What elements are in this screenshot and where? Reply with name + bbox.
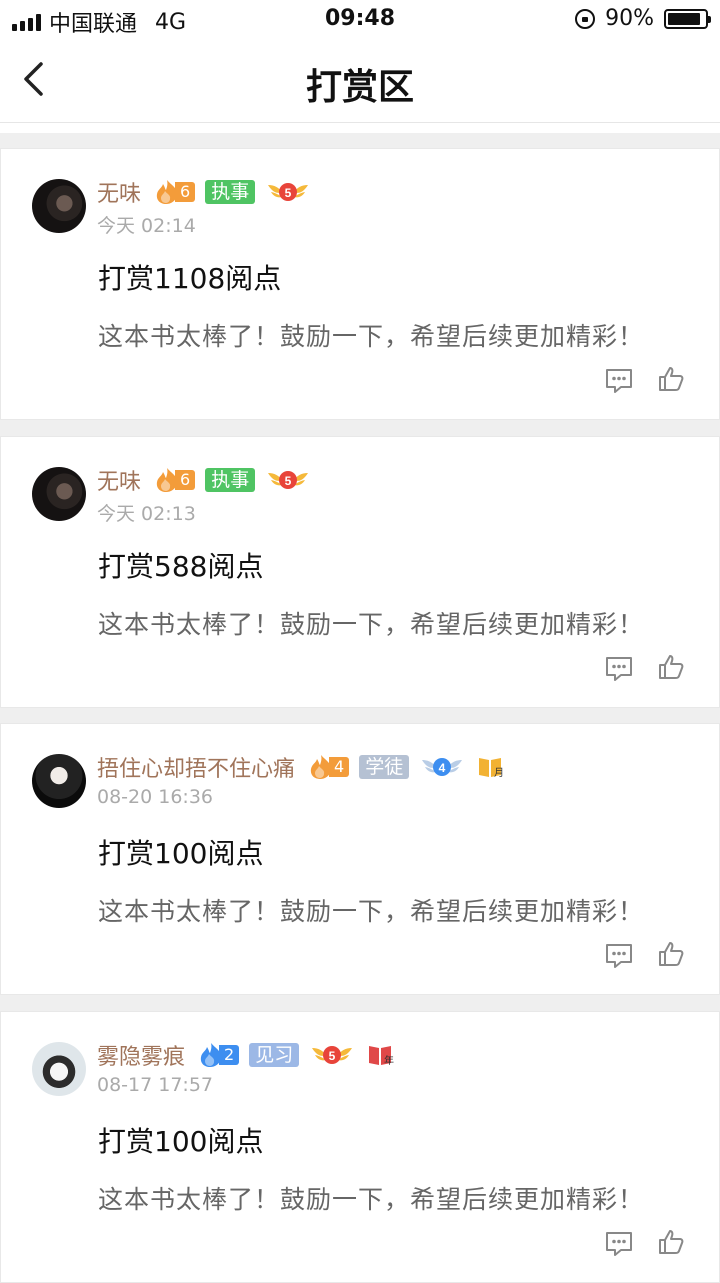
top-divider <box>0 123 720 133</box>
svg-text:5: 5 <box>285 474 292 488</box>
avatar[interactable] <box>32 467 86 521</box>
comment-button[interactable] <box>604 942 634 970</box>
page-title: 打赏区 <box>305 67 414 108</box>
username[interactable]: 无味 <box>97 464 141 496</box>
status-bar: 中国联通 4G 09:48 90% <box>0 0 720 40</box>
like-button[interactable] <box>657 940 685 968</box>
book-badge-icon: 年 <box>369 1046 394 1067</box>
nav-bar: 打赏区 <box>0 40 720 123</box>
fan-level: 6 <box>175 470 196 490</box>
battery-icon <box>664 8 711 29</box>
reward-card: 雾隐雾痕 2 见习 5 年 08-17 17:57 打赏100阅点 这本书太棒了… <box>0 1011 720 1283</box>
thumbs-up-icon <box>659 655 684 679</box>
like-button[interactable] <box>657 365 685 393</box>
medal-icon: 4 <box>422 758 463 776</box>
user-info-row: 雾隐雾痕 2 见习 5 年 <box>97 1040 395 1070</box>
thumbs-up-icon <box>659 367 684 391</box>
reward-amount: 打赏100阅点 <box>98 1125 264 1158</box>
comment-button[interactable] <box>604 655 634 683</box>
avatar[interactable] <box>32 754 86 808</box>
fan-level-badge: 6 <box>153 468 196 492</box>
fan-level-badge: 4 <box>307 755 350 779</box>
comment-icon <box>606 657 632 681</box>
like-button[interactable] <box>657 1228 685 1256</box>
reward-message: 这本书太棒了！鼓励一下，希望后续更加精彩！ <box>98 897 645 926</box>
avatar[interactable] <box>32 179 86 233</box>
reward-message: 这本书太棒了！鼓励一下，希望后续更加精彩！ <box>98 322 645 351</box>
post-date: 08-17 17:57 <box>97 1074 214 1096</box>
post-date: 08-20 16:36 <box>97 786 214 808</box>
svg-text:月: 月 <box>494 767 504 779</box>
post-date: 今天 02:14 <box>97 215 196 237</box>
fan-level: 6 <box>175 182 196 202</box>
reward-amount: 打赏1108阅点 <box>98 262 282 295</box>
reward-message: 这本书太棒了！鼓励一下，希望后续更加精彩！ <box>98 610 645 639</box>
svg-text:5: 5 <box>285 186 292 200</box>
user-info-row: 捂住心却捂不住心痛 4 学徒 4 月 <box>97 752 505 782</box>
rank-tag: 执事 <box>205 180 256 204</box>
svg-text:5: 5 <box>329 1049 336 1063</box>
post-date: 今天 02:13 <box>97 503 196 525</box>
medal-icon: 5 <box>312 1046 353 1064</box>
user-info-row: 无味 6 执事 5 <box>97 465 319 495</box>
fan-level-badge: 6 <box>153 180 196 204</box>
username[interactable]: 无味 <box>97 176 141 208</box>
medal-icon: 5 <box>268 183 309 201</box>
comment-icon <box>606 1232 632 1256</box>
fan-level-badge: 2 <box>197 1043 240 1067</box>
comment-button[interactable] <box>604 1230 634 1258</box>
username[interactable]: 捂住心却捂不住心痛 <box>97 751 295 783</box>
rank-tag: 学徒 <box>359 755 410 779</box>
thumbs-up-icon <box>659 1230 684 1254</box>
reward-card: 无味 6 执事 5 今天 02:14 打赏1108阅点 这本书太棒了！鼓励一下，… <box>0 148 720 420</box>
rotation-lock-icon <box>575 8 596 29</box>
comment-icon <box>606 369 632 393</box>
fan-level: 4 <box>329 757 350 777</box>
username[interactable]: 雾隐雾痕 <box>97 1039 185 1071</box>
rank-tag: 见习 <box>249 1043 300 1067</box>
thumbs-up-icon <box>659 942 684 966</box>
rank-tag: 执事 <box>205 468 256 492</box>
comment-icon <box>606 944 632 968</box>
reward-message: 这本书太棒了！鼓励一下，希望后续更加精彩！ <box>98 1185 645 1214</box>
comment-button[interactable] <box>604 367 634 395</box>
svg-text:年: 年 <box>384 1054 394 1067</box>
medal-icon: 5 <box>268 471 309 489</box>
like-button[interactable] <box>657 653 685 681</box>
fan-level: 2 <box>219 1045 240 1065</box>
battery-percent: 90% <box>605 6 654 31</box>
reward-amount: 打赏100阅点 <box>98 837 264 870</box>
reward-card: 捂住心却捂不住心痛 4 学徒 4 月 08-20 16:36 打赏100阅点 这… <box>0 723 720 995</box>
avatar[interactable] <box>32 1042 86 1096</box>
reward-amount: 打赏588阅点 <box>98 550 264 583</box>
user-info-row: 无味 6 执事 5 <box>97 177 319 207</box>
reward-card: 无味 6 执事 5 今天 02:13 打赏588阅点 这本书太棒了！鼓励一下，希… <box>0 436 720 708</box>
book-badge-icon: 月 <box>479 758 504 779</box>
svg-text:4: 4 <box>439 761 446 775</box>
